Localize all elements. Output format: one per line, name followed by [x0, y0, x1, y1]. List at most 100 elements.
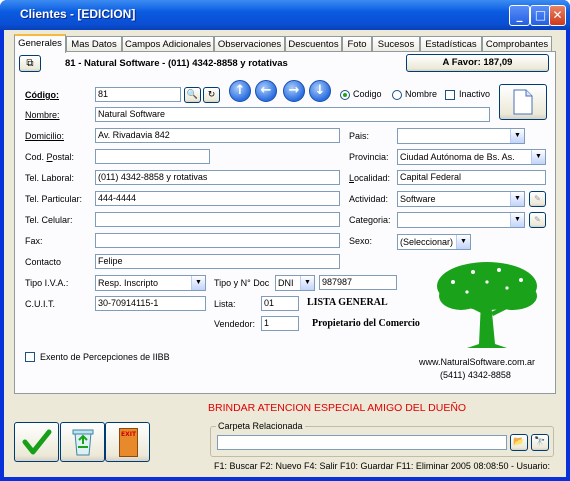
tab-strip: Generales Mas Datos Campos Adicionales O… — [14, 34, 556, 53]
company-phone: (5411) 4342-8858 — [440, 370, 511, 380]
sexo-select[interactable]: (Seleccionar) ▼ — [397, 234, 471, 250]
iva-label: Tipo I.V.A.: — [25, 278, 69, 288]
lista-label: Lista: — [214, 299, 236, 309]
doc-type-select[interactable]: DNI ▼ — [275, 275, 315, 291]
client-header-line: 81 - Natural Software - (011) 4342-8858 … — [65, 58, 288, 69]
window: Clientes - [EDICION] _ □ ✕ Generales Mas… — [0, 0, 570, 481]
nombre-field[interactable]: Natural Software — [95, 107, 490, 122]
recycle-bin-icon — [72, 429, 93, 456]
tab-sucesos[interactable]: Sucesos — [372, 36, 420, 52]
tel-laboral-label: Tel. Laboral: — [25, 173, 75, 183]
nav-next-icon[interactable]: → — [283, 80, 305, 102]
minimize-button[interactable]: _ — [509, 5, 530, 26]
iibb-checkbox[interactable] — [25, 352, 35, 362]
doc-label: Tipo y N° Doc — [214, 278, 270, 288]
radio-codigo-label: Codigo — [353, 89, 382, 99]
lista-name: LISTA GENERAL — [307, 297, 388, 308]
nombre-label: Nombre: — [25, 110, 60, 120]
doc-type-value: DNI — [278, 278, 294, 288]
tab-mas-datos[interactable]: Mas Datos — [66, 36, 122, 52]
carpeta-field[interactable] — [217, 435, 507, 450]
company-web: www.NaturalSoftware.com.ar — [419, 357, 536, 367]
actividad-value: Software — [400, 194, 436, 204]
vendedor-name: Propietario del Comercio — [312, 318, 420, 329]
tab-observaciones[interactable]: Observaciones — [214, 36, 285, 52]
iva-select[interactable]: Resp. Inscripto ▼ — [95, 275, 206, 291]
pais-label: Pais: — [349, 131, 370, 141]
provincia-select[interactable]: Ciudad Autónoma de Bs. As. ▼ — [397, 149, 546, 165]
carpeta-label: Carpeta Relacionada — [216, 421, 305, 431]
chevron-down-icon: ▼ — [510, 213, 524, 227]
balance-button[interactable]: A Favor: 187,09 — [406, 54, 549, 72]
tab-comprobantes[interactable]: Comprobantes — [482, 36, 552, 52]
cuit-field[interactable]: 30-70914115-1 — [95, 296, 206, 311]
binoculars-icon[interactable]: 🔭 — [531, 434, 549, 451]
delete-button[interactable] — [60, 422, 105, 462]
localidad-label: Localidad: — [349, 173, 391, 183]
refresh-icon[interactable]: ↻ — [203, 87, 220, 103]
codigo-field[interactable]: 81 — [95, 87, 181, 102]
tel-celular-field[interactable] — [95, 212, 340, 227]
new-document-button[interactable] — [499, 84, 547, 120]
exit-text: EXIT — [121, 431, 137, 438]
inactivo-checkbox[interactable] — [445, 90, 455, 100]
tel-particular-field[interactable]: 444-4444 — [95, 191, 340, 206]
contacto-field[interactable]: Felipe — [95, 254, 340, 269]
folder-open-icon[interactable]: 📂 — [510, 434, 528, 451]
localidad-field[interactable]: Capital Federal — [397, 170, 546, 185]
chevron-down-icon: ▼ — [510, 192, 524, 206]
tel-laboral-field[interactable]: (011) 4342-8858 y rotativas — [95, 170, 340, 185]
iva-value: Resp. Inscripto — [98, 278, 159, 288]
tab-foto[interactable]: Foto — [342, 36, 372, 52]
chevron-down-icon: ▼ — [510, 129, 524, 143]
categoria-label: Categoria: — [349, 215, 391, 225]
cp-label: Cod. Postal: — [25, 152, 75, 162]
window-title: Clientes - [EDICION] — [20, 7, 136, 21]
tab-estadisticas[interactable]: Estadísticas — [420, 36, 482, 52]
tab-campos-adicionales[interactable]: Campos Adicionales — [122, 36, 214, 52]
doc-number-field[interactable]: 987987 — [319, 275, 397, 290]
vendedor-field[interactable]: 1 — [261, 316, 299, 331]
codigo-label: Código: — [25, 90, 59, 100]
fax-field[interactable] — [95, 233, 340, 248]
nav-last-icon[interactable]: ↓ — [309, 80, 331, 102]
search-icon[interactable]: 🔍 — [184, 87, 201, 103]
chevron-down-icon: ▼ — [300, 276, 314, 290]
exit-button[interactable]: EXIT — [105, 422, 150, 462]
provincia-value: Ciudad Autónoma de Bs. As. — [400, 152, 515, 162]
save-button[interactable] — [14, 422, 59, 462]
actividad-select[interactable]: Software ▼ — [397, 191, 525, 207]
edit-actividad-icon[interactable]: ✎ — [529, 191, 546, 207]
domicilio-field[interactable]: Av. Rivadavia 842 — [95, 128, 340, 143]
radio-codigo[interactable] — [340, 90, 350, 100]
cuit-label: C.U.I.T. — [25, 299, 56, 309]
chevron-down-icon: ▼ — [191, 276, 205, 290]
lista-field[interactable]: 01 — [261, 296, 299, 311]
categoria-select[interactable]: ▼ — [397, 212, 525, 228]
generales-panel: ⧉ 81 - Natural Software - (011) 4342-885… — [14, 51, 556, 394]
radio-nombre[interactable] — [392, 90, 402, 100]
document-icon — [513, 89, 533, 115]
tel-celular-label: Tel. Celular: — [25, 215, 73, 225]
contacto-label: Contacto — [25, 257, 62, 267]
close-button[interactable]: ✕ — [549, 5, 566, 26]
tab-generales[interactable]: Generales — [14, 34, 66, 53]
maximize-button[interactable]: □ — [530, 5, 551, 26]
copy-icon[interactable]: ⧉ — [19, 55, 41, 72]
title-bar[interactable]: Clientes - [EDICION] _ □ ✕ — [0, 0, 570, 30]
nav-prev-icon[interactable]: ← — [255, 80, 277, 102]
domicilio-label: Domicilio: — [25, 131, 65, 141]
edit-categoria-icon[interactable]: ✎ — [529, 212, 546, 228]
chevron-down-icon: ▼ — [531, 150, 545, 164]
inactivo-label: Inactivo — [459, 89, 491, 99]
tab-descuentos[interactable]: Descuentos — [285, 36, 342, 52]
tree-logo-icon — [437, 262, 537, 348]
chevron-down-icon: ▼ — [456, 235, 470, 249]
checkmark-icon — [22, 429, 51, 455]
alert-banner: BRINDAR ATENCION ESPECIAL AMIGO DEL DUEÑ… — [208, 402, 467, 414]
nav-first-icon[interactable]: ↑ — [229, 80, 251, 102]
fax-label: Fax: — [25, 236, 43, 246]
pais-select[interactable]: ▼ — [397, 128, 525, 144]
cp-field[interactable] — [95, 149, 210, 164]
provincia-label: Provincia: — [349, 152, 389, 162]
